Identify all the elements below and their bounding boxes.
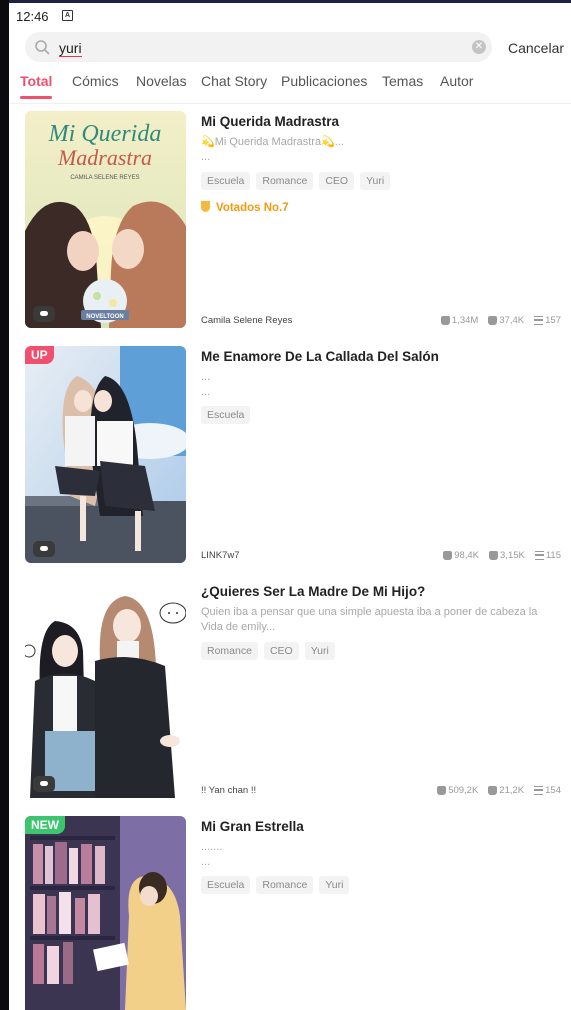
author-name[interactable]: Camila Selene Reyes <box>201 315 292 326</box>
tag[interactable]: Romance <box>256 172 314 190</box>
thumb-up-icon <box>488 786 498 795</box>
book-cover[interactable]: NEW <box>25 816 186 1010</box>
svg-text:NOVELTOON: NOVELTOON <box>86 314 123 320</box>
tag-list: Escuela <box>201 406 251 424</box>
notification-icon: A <box>62 10 73 21</box>
flame-icon <box>440 316 450 325</box>
comment-icon <box>33 306 55 322</box>
votes-count: 3,15K <box>489 550 525 561</box>
svg-text:CAMILA SELENE REYES: CAMILA SELENE REYES <box>70 175 139 181</box>
medal-icon <box>201 201 210 212</box>
search-icon <box>35 40 50 55</box>
tag[interactable]: CEO <box>263 642 299 660</box>
book-item[interactable]: ¿Quieres Ser La Madre De Mi Hijo? Quien … <box>25 581 565 799</box>
status-bar: 12:46 A <box>9 3 571 27</box>
likes-count: 509,2K <box>437 785 478 796</box>
author-name[interactable]: !! Yan chan !! <box>201 785 256 796</box>
book-cover[interactable] <box>25 581 186 798</box>
tab-total[interactable]: Total <box>20 73 53 99</box>
tag[interactable]: CEO <box>319 172 355 190</box>
search-input[interactable]: yuri ✕ <box>25 32 492 62</box>
book-description: ... ... <box>201 371 211 398</box>
book-stats: 1,34M 37,4K 157 <box>440 315 561 326</box>
flame-icon <box>443 551 453 560</box>
tab-chat-story[interactable]: Chat Story <box>201 73 267 89</box>
tag[interactable]: Escuela <box>201 406 251 424</box>
search-query[interactable]: yuri <box>59 40 82 57</box>
tag-list: Escuela Romance Yuri <box>201 876 350 894</box>
tag[interactable]: Yuri <box>304 642 335 660</box>
book-cover[interactable]: NOVELTOON Mi Querida Madrastra CAMILA SE… <box>25 111 186 328</box>
tab-autor[interactable]: Autor <box>440 73 473 89</box>
book-title[interactable]: Mi Gran Estrella <box>201 819 561 834</box>
book-description: ....... ... <box>201 841 223 868</box>
svg-text:Madrastra: Madrastra <box>57 145 152 170</box>
likes-count: 98,4K <box>443 550 479 561</box>
tab-comics[interactable]: Cómics <box>72 73 119 89</box>
likes-count: 1,34M <box>440 315 478 326</box>
book-stats: 509,2K 21,2K 154 <box>437 785 561 796</box>
author-name[interactable]: LINK7w7 <box>201 550 240 561</box>
comment-icon <box>33 776 55 792</box>
flame-icon <box>437 786 447 795</box>
tab-temas[interactable]: Temas <box>382 73 423 89</box>
tag[interactable]: Romance <box>256 876 314 894</box>
tag-list: Romance CEO Yuri <box>201 642 335 660</box>
book-item[interactable]: NEW Mi Gran Estrella ....... ... Escuela… <box>25 816 565 1010</box>
tag[interactable]: Yuri <box>319 876 350 894</box>
chapters-count: 157 <box>534 315 561 326</box>
new-badge: NEW <box>25 816 65 834</box>
votes-count: 37,4K <box>488 315 524 326</box>
book-cover[interactable]: UP <box>25 346 186 563</box>
book-description: Quien iba a pensar que una simple apuest… <box>201 606 538 633</box>
book-item[interactable]: NOVELTOON Mi Querida Madrastra CAMILA SE… <box>25 111 565 329</box>
tab-active-indicator <box>20 96 53 99</box>
book-title[interactable]: Mi Querida Madrastra <box>201 114 561 129</box>
tag-list: Escuela Romance CEO Yuri <box>201 172 391 190</box>
tag[interactable]: Escuela <box>201 172 251 190</box>
thumb-up-icon <box>489 551 499 560</box>
category-tabs: Total Cómics Novelas Chat Story Publicac… <box>9 71 571 104</box>
status-time: 12:46 <box>16 9 49 24</box>
rank-badge: Votados No.7 <box>201 201 289 214</box>
list-icon <box>534 316 544 325</box>
tag[interactable]: Romance <box>201 642 258 660</box>
book-description: 💫Mi Querida Madrastra💫... ... <box>201 136 344 163</box>
list-icon <box>534 786 544 795</box>
comment-icon <box>33 541 55 557</box>
votes-count: 21,2K <box>488 785 524 796</box>
clear-icon[interactable]: ✕ <box>472 40 486 54</box>
book-title[interactable]: ¿Quieres Ser La Madre De Mi Hijo? <box>201 584 561 599</box>
thumb-up-icon <box>488 316 498 325</box>
chapters-count: 115 <box>534 550 561 561</box>
book-stats: 98,4K 3,15K 115 <box>443 550 561 561</box>
svg-text:Mi Querida: Mi Querida <box>48 121 162 147</box>
book-item[interactable]: UP Me Enamore De La Callada Del Salón ..… <box>25 346 565 564</box>
tag[interactable]: Yuri <box>360 172 391 190</box>
up-badge: UP <box>25 346 54 364</box>
tag[interactable]: Escuela <box>201 876 251 894</box>
chapters-count: 154 <box>534 785 561 796</box>
cancel-button[interactable]: Cancelar <box>508 40 564 56</box>
book-title[interactable]: Me Enamore De La Callada Del Salón <box>201 349 561 364</box>
list-icon <box>534 551 544 560</box>
tab-publicaciones[interactable]: Publicaciones <box>281 73 367 89</box>
tab-novelas[interactable]: Novelas <box>136 73 187 89</box>
left-edge-bar <box>0 0 9 1010</box>
